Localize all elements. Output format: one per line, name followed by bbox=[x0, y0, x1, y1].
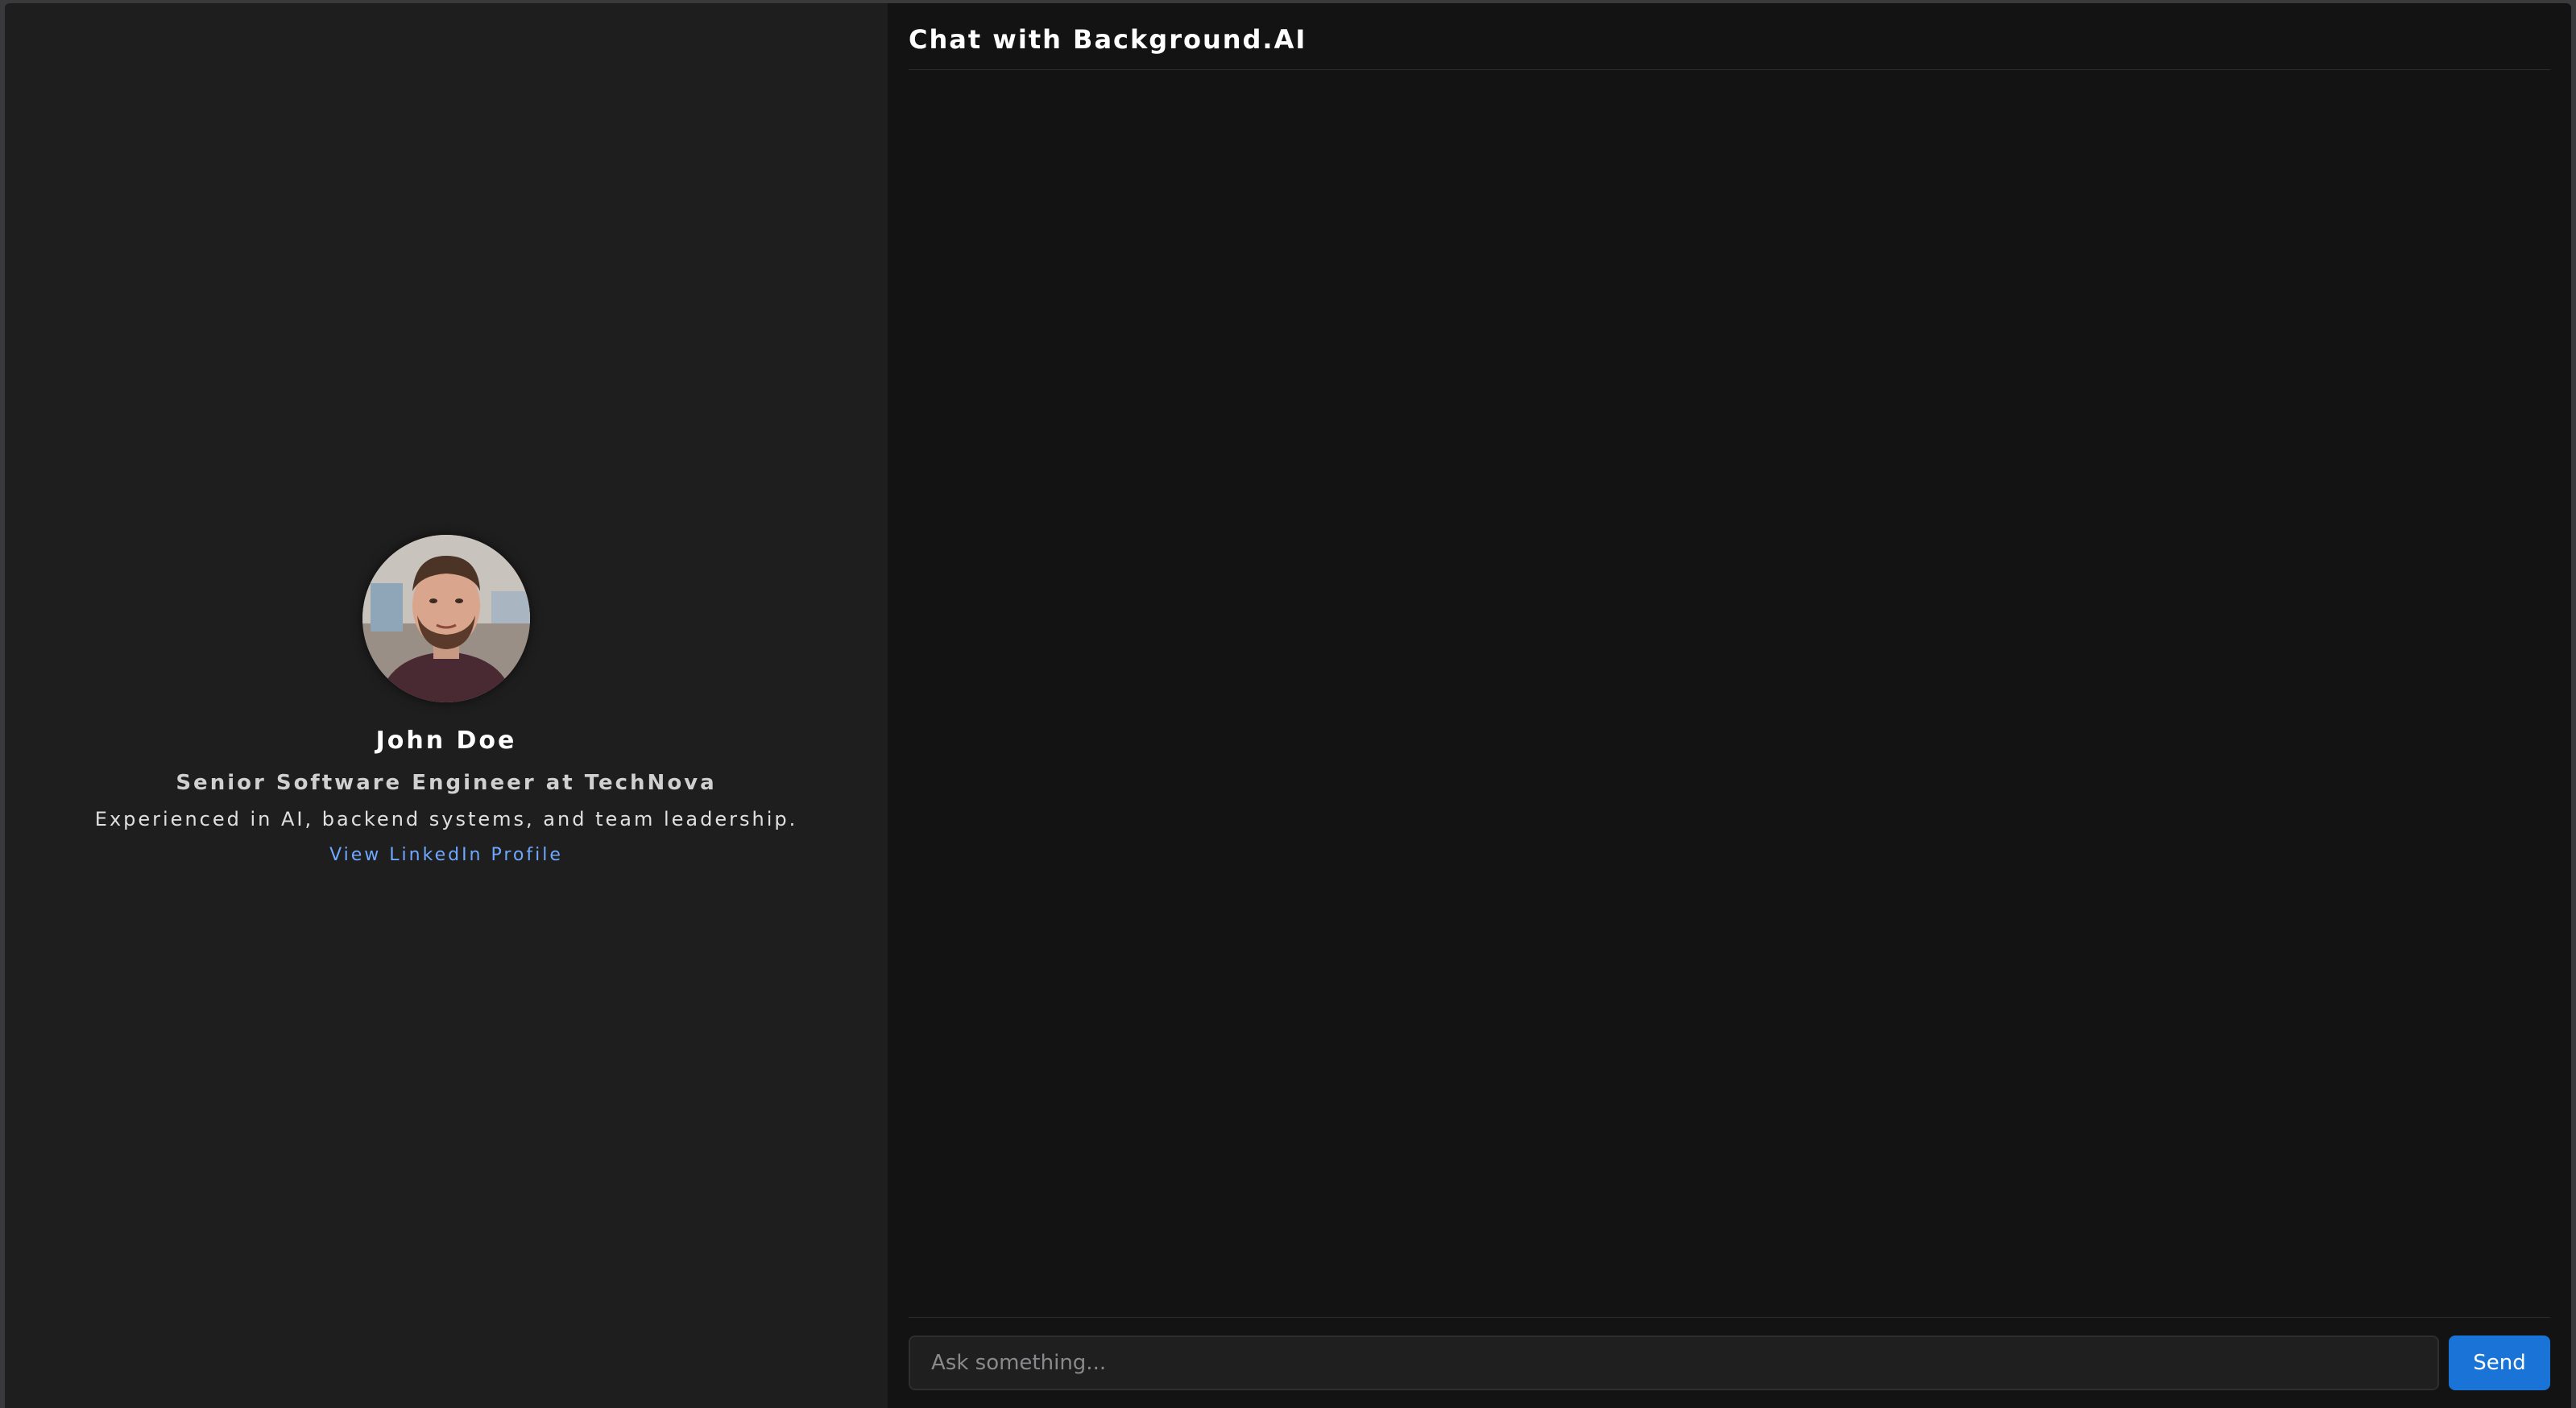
avatar bbox=[362, 535, 530, 702]
profile-bio: Experienced in AI, backend systems, and … bbox=[94, 808, 798, 830]
profile-name: John Doe bbox=[375, 727, 517, 755]
chat-title: Chat with Background.AI bbox=[909, 24, 1307, 55]
profile-job-title: Senior Software Engineer at TechNova bbox=[176, 771, 717, 795]
send-button[interactable]: Send bbox=[2449, 1336, 2550, 1390]
app-window: John Doe Senior Software Engineer at Tec… bbox=[5, 3, 2571, 1408]
chat-panel: Chat with Background.AI Send bbox=[888, 3, 2571, 1408]
chat-messages-area bbox=[909, 70, 2550, 1318]
chat-header: Chat with Background.AI bbox=[909, 3, 2550, 70]
avatar-photo-icon bbox=[362, 535, 530, 702]
profile-panel: John Doe Senior Software Engineer at Tec… bbox=[5, 3, 888, 1408]
chat-message-input[interactable] bbox=[909, 1336, 2439, 1390]
linkedin-profile-link[interactable]: View LinkedIn Profile bbox=[329, 845, 563, 865]
chat-input-row: Send bbox=[909, 1317, 2550, 1408]
